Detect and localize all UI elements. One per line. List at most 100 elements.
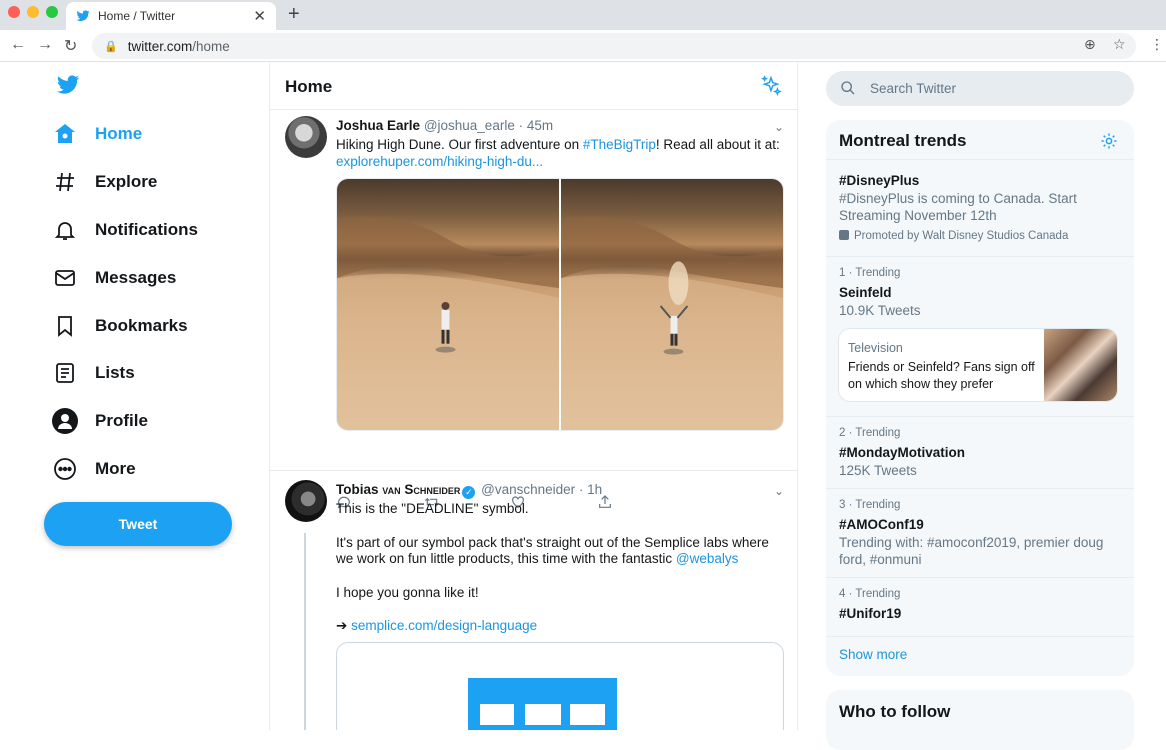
promoted-by: Promoted by Walt Disney Studios Canada xyxy=(854,230,1069,242)
url-path: /home xyxy=(192,38,230,54)
tweet-author-name-last[interactable]: van Schneider xyxy=(382,482,460,497)
tweet-url-link[interactable]: semplice.com/design-language xyxy=(351,618,537,633)
link-card[interactable] xyxy=(336,642,784,730)
trend-item[interactable]: 4 · Trending #Unifor19 xyxy=(826,577,1134,636)
nav-messages-label: Messages xyxy=(95,268,177,287)
left-sidebar: Home Explore Notifications Messages Book… xyxy=(0,63,270,730)
trend-item-promoted[interactable]: #DisneyPlus #DisneyPlus is coming to Can… xyxy=(826,159,1134,256)
nav-home[interactable]: Home xyxy=(52,121,142,147)
nav-profile[interactable]: Profile xyxy=(52,408,148,434)
chevron-down-icon[interactable]: ⌄ xyxy=(774,484,784,498)
tweet-author-name[interactable]: Joshua Earle xyxy=(336,118,420,133)
news-category: Television xyxy=(848,341,903,355)
dune-photo xyxy=(561,216,783,430)
trend-news-card[interactable]: Television Friends or Seinfeld? Fans sig… xyxy=(838,328,1118,402)
nav-more[interactable]: More xyxy=(52,456,136,482)
timeline-header: Home xyxy=(270,63,797,110)
new-tab-icon[interactable]: + xyxy=(288,3,300,26)
tweet-media[interactable] xyxy=(336,178,784,431)
trend-item[interactable]: 3 · Trending #AMOConf19 Trending with: #… xyxy=(826,488,1134,577)
twitter-logo-icon[interactable] xyxy=(55,73,81,97)
lock-icon: 🔒 xyxy=(104,40,118,53)
trend-item[interactable]: 2 · Trending #MondayMotivation 125K Twee… xyxy=(826,416,1134,488)
tab-title: Home / Twitter xyxy=(98,9,176,23)
trends-panel: Montreal trends #DisneyPlus #DisneyPlus … xyxy=(826,120,1134,676)
forward-icon[interactable]: → xyxy=(37,36,53,54)
hashtag-link[interactable]: #TheBigTrip xyxy=(583,137,656,152)
tweet-header: Tobias van Schneider ✓ @vanschneider · 1h xyxy=(336,482,602,499)
avatar[interactable] xyxy=(285,480,327,522)
bookmark-icon xyxy=(52,313,78,339)
nav-lists-label: Lists xyxy=(95,363,135,382)
verified-badge-icon: ✓ xyxy=(462,486,476,499)
install-icon[interactable]: ⊕ xyxy=(1084,36,1096,53)
show-more-link[interactable]: Show more xyxy=(839,647,907,662)
trend-meta: 1 · Trending xyxy=(839,267,901,279)
trend-name: Seinfeld xyxy=(839,285,892,300)
chevron-down-icon[interactable]: ⌄ xyxy=(774,120,784,134)
back-icon[interactable]: ← xyxy=(10,36,26,54)
close-tab-icon[interactable]: ✕ xyxy=(253,7,266,25)
nav-explore[interactable]: Explore xyxy=(52,169,157,195)
nav-notifications[interactable]: Notifications xyxy=(52,217,198,243)
avatar[interactable] xyxy=(285,116,327,158)
bookmark-star-icon[interactable]: ☆ xyxy=(1113,36,1126,53)
tweet-text-part: ! Read all about it at: xyxy=(655,137,780,152)
tweet-paragraph: ➔ semplice.com/design-language xyxy=(336,618,786,635)
trend-count: 10.9K Tweets xyxy=(839,303,921,318)
window-controls xyxy=(8,6,58,18)
url-field[interactable]: 🔒 twitter.com/home xyxy=(92,33,1136,59)
browser-tab-bar: Home / Twitter ✕ + xyxy=(0,0,1166,30)
nav-home-label: Home xyxy=(95,124,143,143)
who-to-follow-panel: Who to follow xyxy=(826,690,1134,750)
profile-icon xyxy=(52,408,78,434)
who-to-follow-title: Who to follow xyxy=(839,702,951,721)
envelope-icon xyxy=(52,265,78,291)
tweet-photo[interactable] xyxy=(337,179,559,430)
timeline: Home Joshua Earle @joshua_earle · 45m ⌄ … xyxy=(270,63,798,730)
tweet-handle: @joshua_earle xyxy=(423,118,515,133)
page-title: Home xyxy=(285,77,333,96)
tweet-text: This is the "DEADLINE" symbol. It's part… xyxy=(336,501,786,635)
news-thumbnail xyxy=(1044,329,1117,401)
trend-meta: 2 · Trending xyxy=(839,427,901,439)
browser-menu-icon[interactable]: ⋮ xyxy=(1150,36,1164,53)
nav-messages[interactable]: Messages xyxy=(52,265,176,291)
tweet-line: I hope you gonna like it! xyxy=(336,584,479,600)
hashtag-icon xyxy=(52,169,78,195)
gear-icon[interactable] xyxy=(1100,132,1118,150)
tweet-photo[interactable] xyxy=(561,179,783,430)
trend-item[interactable]: 1 · Trending Seinfeld 10.9K Tweets Telev… xyxy=(826,256,1134,416)
minimize-window-button[interactable] xyxy=(27,6,39,18)
card-image-block xyxy=(570,704,605,725)
tweet-time: · 1h xyxy=(578,482,603,497)
promoted-label: Promoted by Walt Disney Studios Canada xyxy=(839,230,1068,242)
tweet-handle: @vanschneider xyxy=(481,482,576,497)
trend-meta: 4 · Trending xyxy=(839,588,901,600)
tweet-author-name[interactable]: Tobias xyxy=(336,482,379,497)
maximize-window-button[interactable] xyxy=(46,6,58,18)
mention-link[interactable]: @webalys xyxy=(676,551,738,566)
sparkle-icon[interactable] xyxy=(760,75,782,97)
nav-lists[interactable]: Lists xyxy=(52,360,135,386)
tweet-text-part: Hiking High Dune. Our first adventure on xyxy=(336,137,583,152)
trend-name: #DisneyPlus xyxy=(839,173,920,188)
tweet-line: This is the "DEADLINE" symbol. xyxy=(336,501,529,516)
card-image-block xyxy=(525,704,561,725)
news-headline: Friends or Seinfeld? Fans sign off on wh… xyxy=(848,360,1035,391)
divider xyxy=(270,470,797,471)
browser-tab[interactable]: Home / Twitter ✕ xyxy=(66,2,276,30)
tweet-text: Hiking High Dune. Our first adventure on… xyxy=(336,137,786,170)
close-window-button[interactable] xyxy=(8,6,20,18)
search-placeholder: Search Twitter xyxy=(870,81,957,96)
url-host: twitter.com xyxy=(127,38,193,54)
tweet-time: · 45m xyxy=(518,118,554,133)
search-input[interactable]: Search Twitter xyxy=(826,71,1134,106)
reload-icon[interactable]: ↻ xyxy=(64,36,77,56)
tweet-button[interactable]: Tweet xyxy=(44,502,232,546)
nav-bookmarks[interactable]: Bookmarks xyxy=(52,313,188,339)
nav-profile-label: Profile xyxy=(95,411,148,430)
twitter-bird-icon xyxy=(76,10,90,22)
tweet-header: Joshua Earle @joshua_earle · 45m xyxy=(336,118,553,133)
tweet-url-link[interactable]: explorehuper.com/hiking-high-du... xyxy=(336,154,543,169)
